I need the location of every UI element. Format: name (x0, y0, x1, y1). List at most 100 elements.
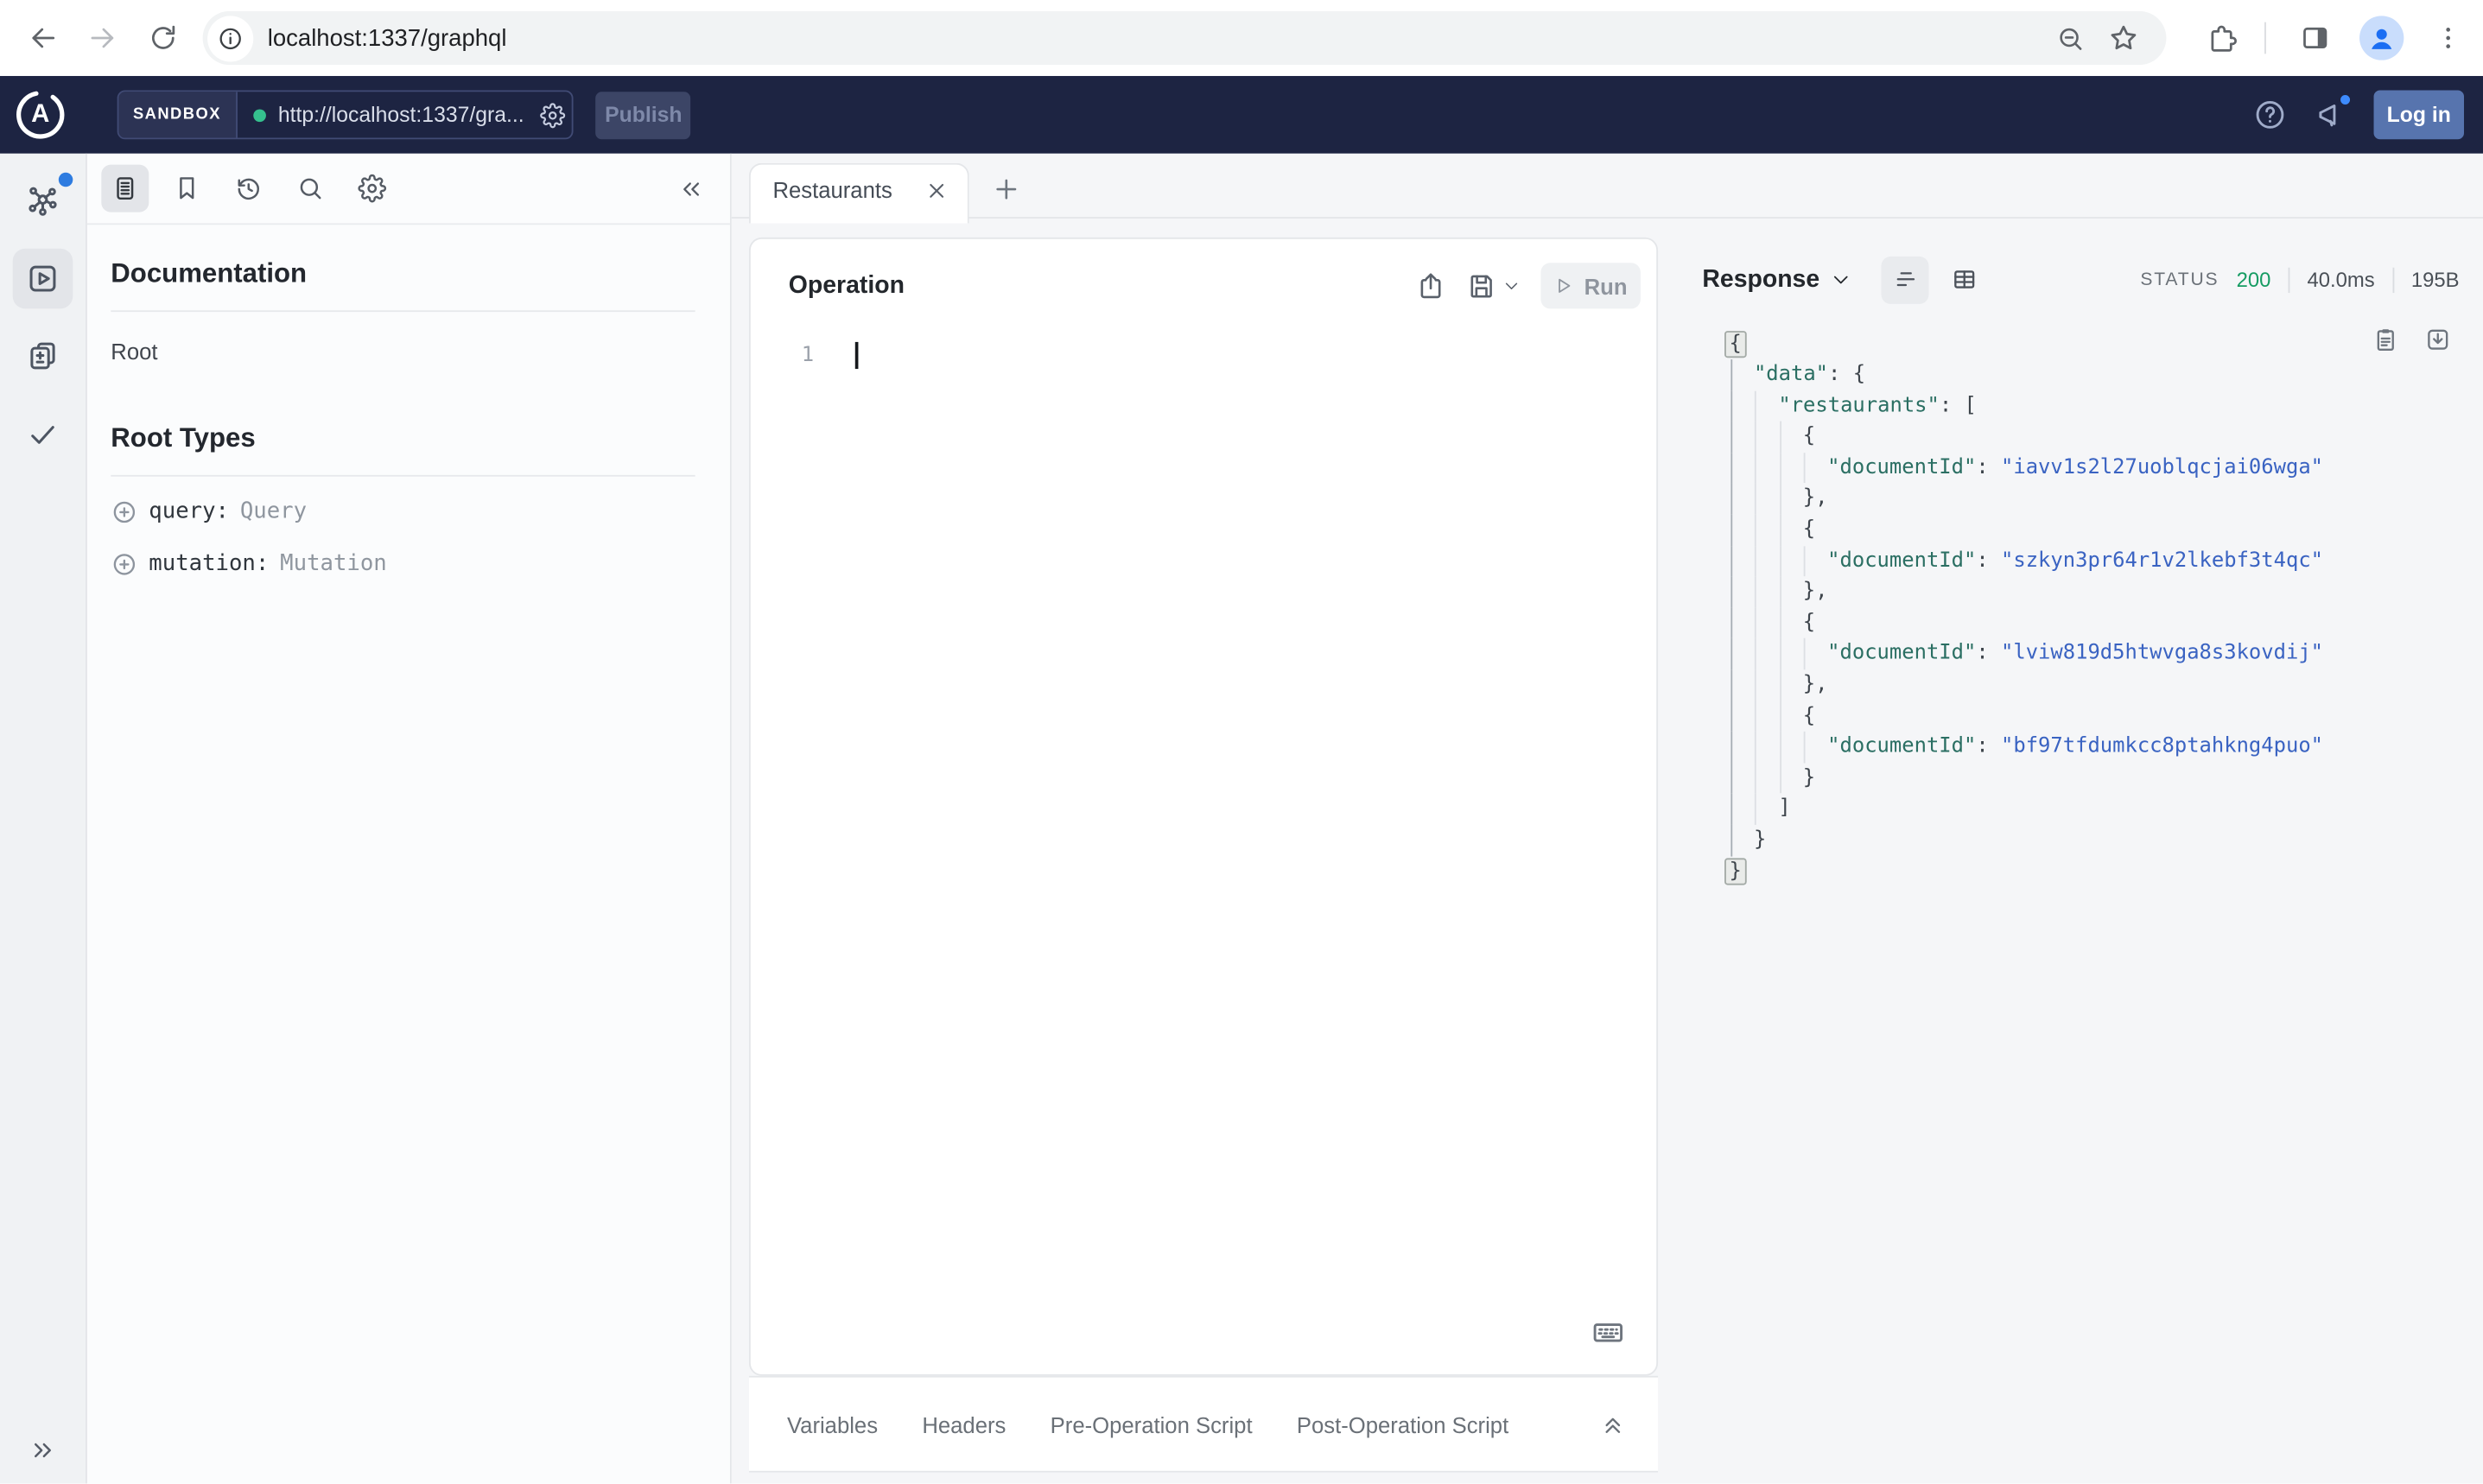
apollo-header-right: Log in (2253, 90, 2465, 140)
json-line: { (1726, 514, 2323, 546)
fold-bracket[interactable]: { (1724, 330, 1747, 358)
apollo-logo-circle (16, 91, 65, 139)
bookmark-page-button[interactable] (2097, 11, 2150, 65)
indent-guide (1754, 607, 1756, 639)
response-metrics: STATUS 200 40.0ms 195B (2140, 266, 2460, 293)
announcements-button[interactable] (2314, 92, 2353, 131)
response-title: Response (1702, 265, 1820, 293)
sandbox-badge: SANDBOX (118, 92, 238, 138)
rail-notification-dot (58, 172, 73, 187)
json-line: "documentId": "szkyn3pr64r1v2lkebf3t4qc" (1726, 545, 2323, 577)
indent-guide (1779, 701, 1781, 732)
share-operation-button[interactable] (1416, 270, 1446, 301)
help-button[interactable] (2253, 98, 2286, 131)
question-circle-icon (2256, 101, 2284, 129)
graph-network-icon (29, 187, 57, 216)
indent-guide (1730, 359, 1732, 391)
nav-rail (0, 153, 87, 1484)
divider (111, 474, 695, 477)
bookmark-icon (180, 177, 194, 200)
json-line: } (1726, 763, 2323, 795)
docs-tab-documentation[interactable] (101, 164, 149, 212)
browser-menu-button[interactable] (2418, 8, 2479, 68)
address-bar[interactable]: localhost:1337/graphql (202, 10, 2167, 66)
tab-post-operation-script[interactable]: Post-Operation Script (1297, 1411, 1508, 1436)
back-button[interactable] (13, 8, 73, 68)
endpoint-settings-button[interactable] (540, 92, 572, 137)
document-list-icon (117, 177, 134, 200)
json-token: { (1802, 611, 1816, 635)
indent-guide (1779, 607, 1781, 639)
run-button[interactable]: Run (1540, 263, 1641, 309)
docs-collapse-button[interactable] (677, 175, 704, 202)
site-info-button[interactable] (207, 15, 254, 61)
tab-headers[interactable]: Headers (922, 1411, 1006, 1436)
gear-icon (358, 174, 387, 203)
json-line: ] (1726, 794, 2323, 825)
rail-explorer-button[interactable] (12, 248, 73, 309)
add-query-button[interactable] (111, 498, 137, 524)
tab-title: Restaurants (772, 177, 892, 203)
login-button[interactable]: Log in (2373, 90, 2465, 140)
rail-schema-graph-button[interactable] (13, 171, 73, 231)
extensions-button[interactable] (2192, 8, 2252, 68)
type-name-link[interactable]: Mutation (280, 551, 387, 576)
response-title-dropdown[interactable]: Response (1702, 265, 1851, 294)
divider (2264, 22, 2266, 54)
operation-editor[interactable]: 1 (751, 341, 1656, 370)
type-name-link[interactable]: Query (240, 498, 307, 523)
endpoint-url-field[interactable]: http://localhost:1337/gra... (237, 92, 540, 137)
side-panel-button[interactable] (2285, 8, 2346, 68)
indent-guide (1754, 514, 1756, 546)
docs-tab-search[interactable] (287, 165, 334, 212)
rail-expand-button[interactable] (29, 1436, 57, 1465)
fold-bracket[interactable]: } (1724, 857, 1747, 885)
avatar (2359, 16, 2404, 60)
download-response-button[interactable] (2424, 326, 2451, 352)
json-line: "documentId": "lviw819d5htwvga8s3kovdij" (1726, 638, 2323, 670)
connection-status-dot (252, 108, 266, 122)
indent-guide (1730, 701, 1732, 732)
save-operation-button[interactable] (1466, 270, 1520, 301)
endpoint-box: SANDBOX http://localhost:1337/gra... (117, 90, 574, 140)
new-tab-button[interactable] (991, 174, 1021, 204)
expand-bottom-panel-button[interactable] (1599, 1411, 1626, 1437)
close-icon (930, 183, 944, 197)
tab-pre-operation-script[interactable]: Pre-Operation Script (1051, 1411, 1253, 1436)
indent-guide (1803, 545, 1806, 577)
indent-guide (1730, 452, 1732, 484)
rail-changes-button[interactable] (13, 327, 73, 387)
forward-button[interactable] (73, 8, 133, 68)
copy-response-button[interactable] (2372, 326, 2399, 352)
puzzle-icon (2211, 25, 2237, 52)
json-view-button[interactable] (1881, 256, 1929, 304)
zoom-page-button[interactable] (2042, 11, 2096, 65)
indent-guide (1779, 545, 1781, 577)
json-token: "bf97tfdumkcc8ptahkng4puo" (2001, 734, 2324, 759)
operation-header: Operation Run (751, 239, 1656, 309)
indent-guide (1730, 576, 1732, 608)
reload-button[interactable] (133, 8, 194, 68)
profile-button[interactable] (2352, 8, 2412, 68)
docs-tab-saved[interactable] (163, 165, 211, 212)
tab-restaurants[interactable]: Restaurants (748, 162, 969, 223)
person-icon (2372, 29, 2392, 49)
json-token: } (1753, 828, 1767, 853)
search-icon (300, 178, 321, 200)
json-line: } (1724, 856, 2323, 887)
keyboard-shortcuts-button[interactable] (1591, 1316, 1624, 1348)
operation-title: Operation (788, 271, 905, 299)
docs-tab-settings[interactable] (348, 165, 396, 212)
publish-button[interactable]: Publish (595, 91, 691, 139)
indent-guide (1730, 514, 1732, 546)
docs-tab-history[interactable] (225, 165, 272, 212)
table-view-button[interactable] (1940, 256, 1987, 303)
indent-guide (1779, 638, 1781, 670)
apollo-logo[interactable]: A (16, 90, 65, 139)
indent-guide (1754, 669, 1756, 701)
url-text: localhost:1337/graphql (267, 24, 507, 52)
tab-variables[interactable]: Variables (787, 1411, 878, 1436)
rail-checks-button[interactable] (13, 403, 73, 464)
tab-close-button[interactable] (922, 175, 952, 206)
add-mutation-button[interactable] (111, 550, 137, 577)
